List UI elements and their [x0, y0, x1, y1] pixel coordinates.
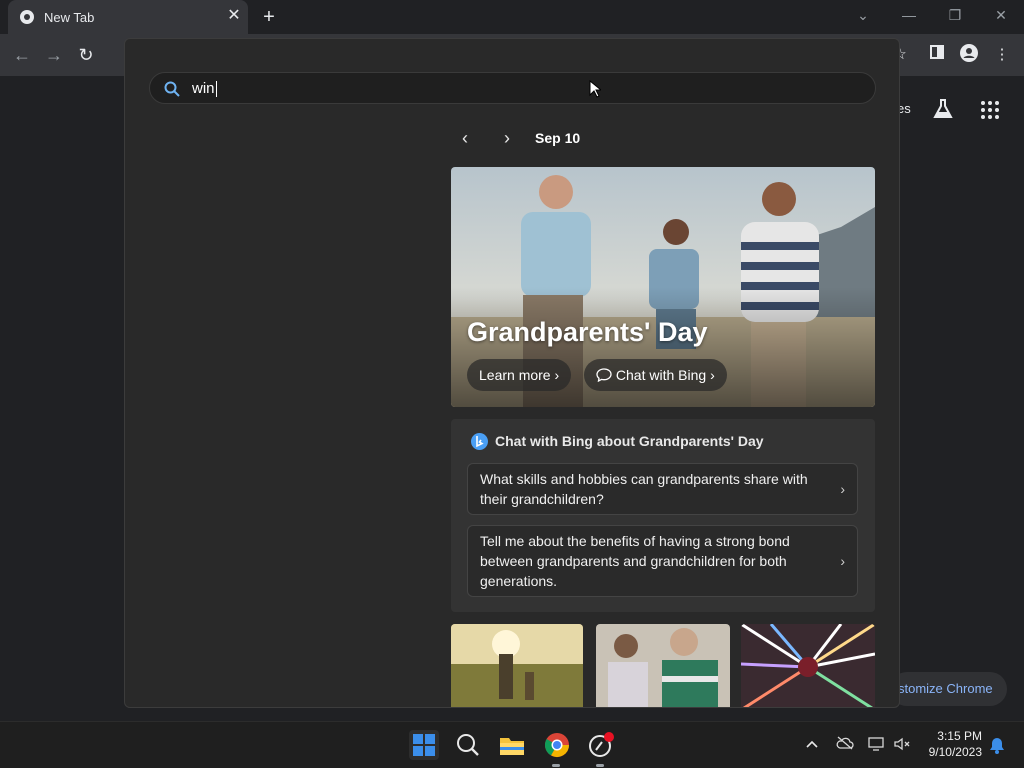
chat-prompt-text: Tell me about the benefits of having a s… — [480, 533, 790, 589]
onedrive-offline-icon[interactable] — [836, 736, 854, 754]
chevron-right-icon: › — [554, 367, 560, 383]
tab-close-icon[interactable]: ✕ — [224, 6, 244, 26]
chat-with-bing-label: Chat with Bing — [615, 367, 707, 383]
thumbnail-family[interactable] — [596, 624, 730, 707]
taskbar-clock[interactable]: 3:15 PM 9/10/2023 — [920, 728, 982, 760]
learn-more-label: Learn more — [479, 367, 551, 383]
volume-muted-icon[interactable] — [893, 736, 911, 754]
labs-flask-icon[interactable] — [932, 98, 954, 120]
restore-icon[interactable]: ❐ — [941, 4, 969, 26]
clock-date: 9/10/2023 — [928, 745, 982, 759]
google-apps-icon[interactable] — [980, 100, 1000, 120]
app-taskbar-icon[interactable] — [586, 730, 616, 760]
search-input[interactable]: win — [192, 80, 217, 98]
clock-time: 3:15 PM — [937, 729, 982, 743]
minimize-icon[interactable]: — — [895, 4, 923, 26]
reload-icon[interactable]: ↻ — [75, 44, 97, 66]
search-icon — [164, 81, 180, 97]
profile-icon[interactable] — [958, 44, 980, 66]
chat-prompt-2[interactable]: Tell me about the benefits of having a s… — [467, 525, 858, 597]
taskbar-search-icon[interactable] — [453, 730, 483, 760]
tab-search-icon[interactable]: ⌄ — [849, 4, 877, 26]
start-button[interactable] — [409, 730, 439, 760]
windows-search-panel: win ‹ › Sep 10 Grandparents' Day Learn m… — [124, 38, 900, 708]
close-window-icon[interactable]: ✕ — [987, 4, 1015, 26]
file-explorer-icon[interactable] — [497, 730, 527, 760]
bing-logo-icon — [471, 433, 488, 450]
chat-bubble-icon — [596, 367, 616, 383]
hero-card[interactable]: Grandparents' Day Learn more › Chat with… — [451, 167, 875, 407]
side-panel-icon[interactable] — [926, 44, 948, 66]
customize-chrome-button[interactable]: stomize Chrome — [890, 672, 1007, 706]
back-icon[interactable]: ← — [11, 44, 33, 66]
thumbnail-light-burst[interactable] — [741, 624, 875, 707]
current-date: Sep 10 — [535, 130, 581, 146]
thumbnail-walk[interactable] — [451, 624, 583, 707]
previous-day-icon[interactable]: ‹ — [455, 127, 475, 149]
new-tab-button[interactable]: + — [258, 6, 280, 28]
running-indicator — [596, 764, 604, 767]
windows-taskbar: 3:15 PM 9/10/2023 — [0, 721, 1024, 768]
chrome-favicon-icon — [20, 10, 34, 24]
chat-prompt-1[interactable]: What skills and hobbies can grandparents… — [467, 463, 858, 515]
next-day-icon[interactable]: › — [497, 127, 517, 149]
chat-heading: Chat with Bing about Grandparents' Day — [495, 433, 764, 449]
chrome-taskbar-icon[interactable] — [542, 730, 572, 760]
chat-with-bing-button[interactable]: Chat with Bing › — [584, 359, 727, 391]
notification-bell-icon[interactable] — [988, 736, 1006, 754]
search-box[interactable]: win — [149, 72, 876, 104]
chevron-right-icon: › — [840, 553, 845, 569]
windows-logo-icon — [413, 734, 435, 756]
tray-chevron-up-icon[interactable] — [803, 736, 821, 754]
bing-chat-card: Chat with Bing about Grandparents' Day W… — [451, 419, 875, 612]
mouse-cursor-icon — [589, 79, 603, 98]
chat-prompt-text: What skills and hobbies can grandparents… — [480, 471, 808, 507]
learn-more-button[interactable]: Learn more › — [467, 359, 572, 391]
chevron-right-icon: › — [840, 481, 845, 497]
tab-new-tab[interactable]: New Tab ✕ — [8, 0, 248, 34]
browser-titlebar: New Tab ✕ + ⌄ — ❐ ✕ — [0, 0, 1024, 34]
forward-icon[interactable]: → — [43, 44, 65, 66]
tab-title: New Tab — [44, 10, 95, 25]
running-indicator — [552, 764, 560, 767]
menu-kebab-icon[interactable]: ⋮ — [991, 44, 1013, 66]
network-icon[interactable] — [868, 736, 886, 754]
chevron-right-icon: › — [710, 367, 715, 383]
hero-title: Grandparents' Day — [467, 317, 708, 347]
